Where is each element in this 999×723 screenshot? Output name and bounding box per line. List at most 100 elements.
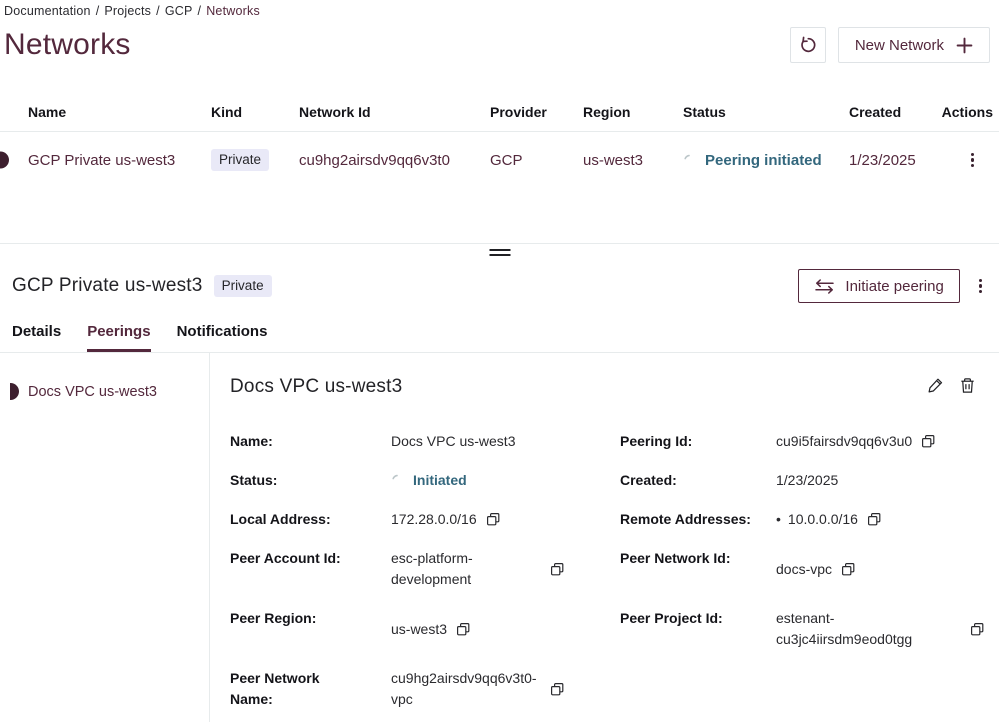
network-actions-cell	[966, 149, 999, 172]
tab-peerings[interactable]: Peerings	[87, 323, 150, 352]
field-label: Peer Account Id:	[230, 548, 391, 590]
field-label: Status:	[230, 470, 391, 491]
breadcrumb-networks: Networks	[206, 4, 260, 18]
column-header-network-id: Network Id	[299, 104, 490, 120]
status-badge: Peering initiated	[705, 152, 822, 169]
field-label: Peer Network Name:	[230, 668, 391, 710]
field-value-peer-project-id: estenant-cu3jc4iirsdm9eod0tgg	[776, 608, 987, 650]
network-region-cell: us-west3	[583, 152, 683, 169]
new-network-button[interactable]: New Network	[838, 27, 990, 63]
column-header-actions: Actions	[942, 104, 999, 120]
peering-icon	[10, 383, 19, 400]
network-name-link[interactable]: GCP Private us-west3	[28, 152, 175, 169]
peering-detail: Docs VPC us-west3	[210, 353, 999, 722]
breadcrumb-documentation[interactable]: Documentation	[4, 4, 91, 18]
column-header-kind: Kind	[211, 104, 299, 120]
network-kind-cell: Private	[211, 149, 299, 171]
table-row[interactable]: GCP Private us-west3 Private cu9hg2airsd…	[0, 132, 999, 188]
copy-icon	[841, 562, 856, 577]
panel-resize-divider[interactable]	[0, 243, 999, 261]
peering-fields: Name: Docs VPC us-west3 Peering Id: cu9i…	[230, 431, 987, 710]
field-label: Peering Id:	[620, 431, 776, 452]
tab-details[interactable]: Details	[12, 323, 61, 352]
field-label: Peer Region:	[230, 608, 391, 650]
field-value-created: 1/23/2025	[776, 470, 987, 491]
copy-button[interactable]	[970, 622, 985, 637]
copy-button[interactable]	[486, 512, 501, 527]
panel-actions-menu-button[interactable]	[974, 275, 987, 298]
copy-button[interactable]	[921, 434, 936, 449]
page-title: Networks	[4, 28, 131, 62]
breadcrumb-separator: /	[96, 4, 100, 18]
refresh-button[interactable]	[790, 27, 826, 63]
trash-icon	[958, 376, 977, 395]
breadcrumb-separator: /	[198, 4, 202, 18]
field-label: Remote Addresses:	[620, 509, 776, 530]
column-header-created: Created	[849, 104, 938, 120]
initiate-peering-label: Initiate peering	[845, 278, 943, 295]
field-value-peer-network-id: docs-vpc	[776, 548, 987, 590]
sidebar-item-label: Docs VPC us-west3	[28, 384, 157, 400]
field-value-remote-addresses: • 10.0.0.0/16	[776, 509, 987, 530]
copy-button[interactable]	[550, 682, 565, 697]
breadcrumb-separator: /	[156, 4, 160, 18]
copy-button[interactable]	[867, 512, 882, 527]
delete-peering-button[interactable]	[958, 376, 977, 395]
edit-peering-button[interactable]	[926, 376, 945, 395]
network-name-cell[interactable]: GCP Private us-west3	[0, 152, 211, 169]
field-value-local-address: 172.28.0.0/16	[391, 509, 620, 530]
network-status-cell: Peering initiated	[683, 152, 849, 169]
drag-handle-icon[interactable]	[489, 249, 510, 256]
row-actions-menu-button[interactable]	[966, 149, 979, 172]
network-id-cell: cu9hg2airsdv9qq6v3t0	[299, 152, 490, 169]
plus-icon	[956, 37, 973, 54]
new-network-label: New Network	[855, 37, 944, 54]
field-value-name: Docs VPC us-west3	[391, 431, 620, 452]
field-label: Peer Project Id:	[620, 608, 776, 650]
networks-table-header: Name Kind Network Id Provider Region Sta…	[0, 93, 999, 132]
swap-arrows-icon	[814, 279, 835, 294]
kind-badge: Private	[214, 275, 272, 297]
pencil-icon	[926, 376, 945, 395]
tab-notifications[interactable]: Notifications	[177, 323, 268, 352]
copy-button[interactable]	[841, 562, 856, 577]
network-created-cell: 1/23/2025	[849, 152, 938, 169]
status-badge: Initiated	[413, 470, 467, 491]
field-value-peer-network-name: cu9hg2airsdv9qq6v3t0-vpc	[391, 668, 620, 710]
copy-icon	[550, 562, 565, 577]
column-header-status: Status	[683, 104, 849, 120]
field-label: Peer Network Id:	[620, 548, 776, 590]
copy-button[interactable]	[456, 622, 471, 637]
copy-button[interactable]	[550, 562, 565, 577]
breadcrumb-projects[interactable]: Projects	[104, 4, 151, 18]
copy-icon	[550, 682, 565, 697]
copy-icon	[970, 622, 985, 637]
field-value-peer-account-id: esc-platform-development	[391, 548, 620, 590]
field-value-status: Initiated	[391, 470, 620, 491]
initiate-peering-button[interactable]: Initiate peering	[798, 269, 959, 303]
networks-table: Name Kind Network Id Provider Region Sta…	[0, 93, 999, 188]
field-label: Local Address:	[230, 509, 391, 530]
network-provider-cell: GCP	[490, 152, 583, 169]
network-icon	[0, 152, 9, 169]
column-header-name: Name	[0, 104, 211, 120]
field-value-peering-id: cu9i5fairsdv9qq6v3u0	[776, 431, 987, 452]
field-value-peer-region: us-west3	[391, 608, 620, 650]
breadcrumb: Documentation / Projects / GCP / Networks	[4, 4, 990, 18]
peerings-sidebar: Docs VPC us-west3	[0, 353, 210, 722]
copy-icon	[486, 512, 501, 527]
detail-tabs: Details Peerings Notifications	[0, 323, 999, 353]
networks-page-header: Documentation / Projects / GCP / Networks Netw…	[0, 0, 999, 63]
refresh-icon	[798, 35, 818, 55]
network-detail-header: GCP Private us-west3 Private Initiate pe…	[0, 266, 999, 306]
bullet: •	[776, 509, 781, 530]
field-label: Name:	[230, 431, 391, 452]
kind-badge: Private	[211, 149, 269, 171]
breadcrumb-gcp[interactable]: GCP	[165, 4, 193, 18]
column-header-region: Region	[583, 104, 683, 120]
sidebar-item-docs-vpc[interactable]: Docs VPC us-west3	[0, 377, 209, 406]
field-label: Created:	[620, 470, 776, 491]
peering-title: Docs VPC us-west3	[230, 376, 402, 398]
spinner-icon	[683, 154, 696, 167]
spinner-icon	[391, 474, 404, 487]
